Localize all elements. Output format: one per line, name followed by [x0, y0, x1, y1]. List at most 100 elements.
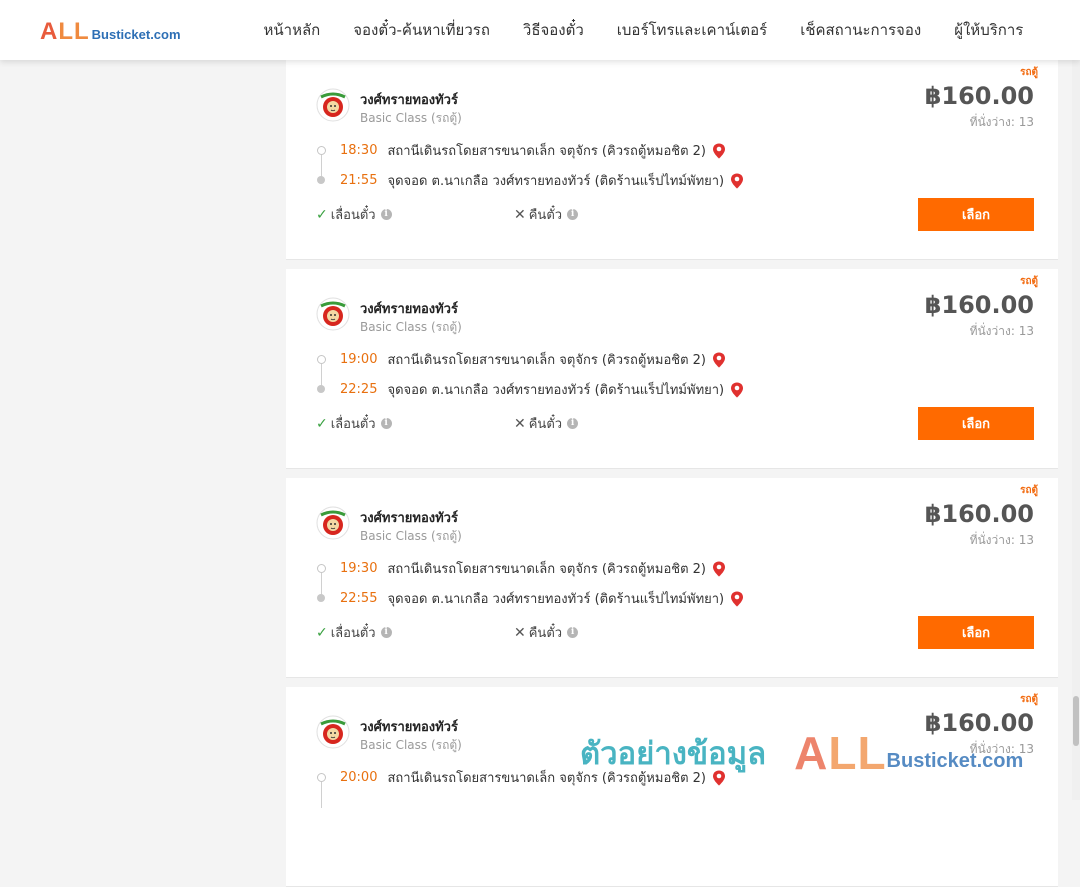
arrival-stop: 22:25 จุดจอด ต.นาเกลือ วงศ์ทรายทองทัวร์ … — [340, 379, 744, 400]
departure-stop: 18:30 สถานีเดินรถโดยสารขนาดเล็ก จตุจักร … — [340, 140, 726, 161]
arrival-place: จุดจอด ต.นาเกลือ วงศ์ทรายทองทัวร์ (ติดร้… — [387, 174, 725, 189]
nav-book-search[interactable]: จองตั๋ว-ค้นหาเที่ยวรถ — [337, 18, 507, 42]
map-pin-icon[interactable] — [712, 143, 726, 159]
info-icon[interactable]: i — [380, 418, 392, 429]
policy-change-label: เลื่อนตั๋ว — [330, 208, 376, 223]
departure-dot — [317, 773, 326, 782]
departure-dot — [317, 355, 326, 364]
departure-place: สถานีเดินรถโดยสารขนาดเล็ก จตุจักร (คิวรถ… — [387, 771, 706, 786]
nav-home[interactable]: หน้าหลัก — [247, 18, 337, 42]
arrival-stop: 22:55 จุดจอด ต.นาเกลือ วงศ์ทรายทองทัวร์ … — [340, 588, 744, 609]
service-class: Basic Class (รถตู้) — [360, 738, 462, 752]
policy-change-label: เลื่อนตั๋ว — [330, 626, 376, 641]
policy-refund: ✕ คืนตั๋ว i — [514, 413, 579, 434]
operator-name: วงศ์ทรายทองทัวร์ — [360, 720, 458, 735]
main-nav: หน้าหลัก จองตั๋ว-ค้นหาเที่ยวรถ วิธีจองตั… — [247, 0, 1040, 60]
top-navbar: ALL Busticket.com หน้าหลัก จองตั๋ว-ค้นหา… — [0, 0, 1080, 60]
arrival-time: 21:55 — [340, 173, 378, 188]
map-pin-icon[interactable] — [712, 770, 726, 786]
info-icon[interactable]: i — [380, 627, 392, 638]
select-trip-button[interactable]: เลือก — [918, 198, 1034, 231]
seats-available: ที่นั่งว่าง: 13 — [969, 533, 1034, 547]
departure-time: 18:30 — [340, 143, 378, 158]
arrival-place: จุดจอด ต.นาเกลือ วงศ์ทรายทองทัวร์ (ติดร้… — [387, 592, 725, 607]
policy-change: ✓ เลื่อนตั๋ว i — [316, 204, 392, 225]
site-logo[interactable]: ALL Busticket.com — [40, 18, 181, 46]
arrival-dot — [317, 594, 325, 602]
trip-card: รถตู้ วงศ์ทรายทองทัวร์ Basic Class (รถตู… — [286, 687, 1058, 887]
arrival-place: จุดจอด ต.นาเกลือ วงศ์ทรายทองทัวร์ (ติดร้… — [387, 383, 725, 398]
service-class: Basic Class (รถตู้) — [360, 111, 462, 125]
cross-icon: ✕ — [514, 415, 526, 432]
check-icon: ✓ — [316, 624, 328, 641]
trip-card: รถตู้ วงศ์ทรายทองทัวร์ Basic Class (รถตู… — [286, 269, 1058, 469]
map-pin-icon[interactable] — [730, 382, 744, 398]
page-scrollbar[interactable] — [1072, 60, 1080, 800]
map-pin-icon[interactable] — [712, 561, 726, 577]
policy-refund-label: คืนตั๋ว — [528, 208, 563, 223]
policy-change: ✓ เลื่อนตั๋ว i — [316, 622, 392, 643]
policy-change-label: เลื่อนตั๋ว — [330, 417, 376, 432]
departure-stop: 19:30 สถานีเดินรถโดยสารขนาดเล็ก จตุจักร … — [340, 558, 726, 579]
vehicle-type-tag: รถตู้ — [1020, 67, 1038, 78]
departure-stop: 19:00 สถานีเดินรถโดยสารขนาดเล็ก จตุจักร … — [340, 349, 726, 370]
lion-logo-icon — [316, 506, 350, 540]
map-pin-icon[interactable] — [712, 352, 726, 368]
policy-refund: ✕ คืนตั๋ว i — [514, 204, 579, 225]
lion-logo-icon — [316, 297, 350, 331]
service-class: Basic Class (รถตู้) — [360, 529, 462, 543]
lion-logo-icon — [316, 88, 350, 122]
policy-refund: ✕ คืนตั๋ว i — [514, 622, 579, 643]
policy-change: ✓ เลื่อนตั๋ว i — [316, 413, 392, 434]
departure-place: สถานีเดินรถโดยสารขนาดเล็ก จตุจักร (คิวรถ… — [387, 353, 706, 368]
operator-name: วงศ์ทรายทองทัวร์ — [360, 93, 458, 108]
arrival-dot — [317, 176, 325, 184]
nav-operators[interactable]: ผู้ให้บริการ — [938, 18, 1040, 42]
departure-time: 19:30 — [340, 561, 378, 576]
arrival-time: 22:25 — [340, 382, 378, 397]
departure-time: 19:00 — [340, 352, 378, 367]
policy-refund-label: คืนตั๋ว — [528, 417, 563, 432]
service-class: Basic Class (รถตู้) — [360, 320, 462, 334]
arrival-dot — [317, 385, 325, 393]
select-trip-button[interactable]: เลือก — [918, 616, 1034, 649]
select-trip-button[interactable]: เลือก — [918, 407, 1034, 440]
departure-stop: 20:00 สถานีเดินรถโดยสารขนาดเล็ก จตุจักร … — [340, 767, 726, 788]
seats-available: ที่นั่งว่าง: 13 — [969, 742, 1034, 756]
logo-site-name: Busticket.com — [91, 27, 181, 42]
logo-letters-ll: LL — [58, 18, 90, 45]
lion-logo-icon — [316, 715, 350, 749]
arrival-time: 22:55 — [340, 591, 378, 606]
map-pin-icon[interactable] — [730, 591, 744, 607]
info-icon[interactable]: i — [567, 209, 579, 220]
vehicle-type-tag: รถตู้ — [1020, 485, 1038, 496]
seats-available: ที่นั่งว่าง: 13 — [969, 324, 1034, 338]
departure-dot — [317, 564, 326, 573]
trip-price: ฿160.00 — [924, 500, 1034, 528]
info-icon[interactable]: i — [380, 209, 392, 220]
trip-price: ฿160.00 — [924, 291, 1034, 319]
departure-place: สถานีเดินรถโดยสารขนาดเล็ก จตุจักร (คิวรถ… — [387, 562, 706, 577]
trip-card: รถตู้ วงศ์ทรายทองทัวร์ Basic Class (รถตู… — [286, 478, 1058, 678]
vehicle-type-tag: รถตู้ — [1020, 276, 1038, 287]
check-icon: ✓ — [316, 206, 328, 223]
trip-price: ฿160.00 — [924, 82, 1034, 110]
trip-card: รถตู้ วงศ์ทรายทองทัวร์ Basic Class (รถตู… — [286, 60, 1058, 260]
nav-check-booking[interactable]: เช็คสถานะการจอง — [784, 18, 938, 42]
nav-how-to-book[interactable]: วิธีจองตั๋ว — [506, 18, 600, 42]
logo-letter-a: A — [40, 18, 59, 45]
arrival-stop: 21:55 จุดจอด ต.นาเกลือ วงศ์ทรายทองทัวร์ … — [340, 170, 744, 191]
policy-refund-label: คืนตั๋ว — [528, 626, 563, 641]
cross-icon: ✕ — [514, 206, 526, 223]
operator-name: วงศ์ทรายทองทัวร์ — [360, 302, 458, 317]
departure-place: สถานีเดินรถโดยสารขนาดเล็ก จตุจักร (คิวรถ… — [387, 144, 706, 159]
operator-name: วงศ์ทรายทองทัวร์ — [360, 511, 458, 526]
nav-contacts-counters[interactable]: เบอร์โทรและเคาน์เตอร์ — [600, 18, 783, 42]
cross-icon: ✕ — [514, 624, 526, 641]
check-icon: ✓ — [316, 415, 328, 432]
map-pin-icon[interactable] — [730, 173, 744, 189]
info-icon[interactable]: i — [567, 418, 579, 429]
trip-price: ฿160.00 — [924, 709, 1034, 737]
info-icon[interactable]: i — [567, 627, 579, 638]
scrollbar-thumb[interactable] — [1073, 696, 1079, 746]
